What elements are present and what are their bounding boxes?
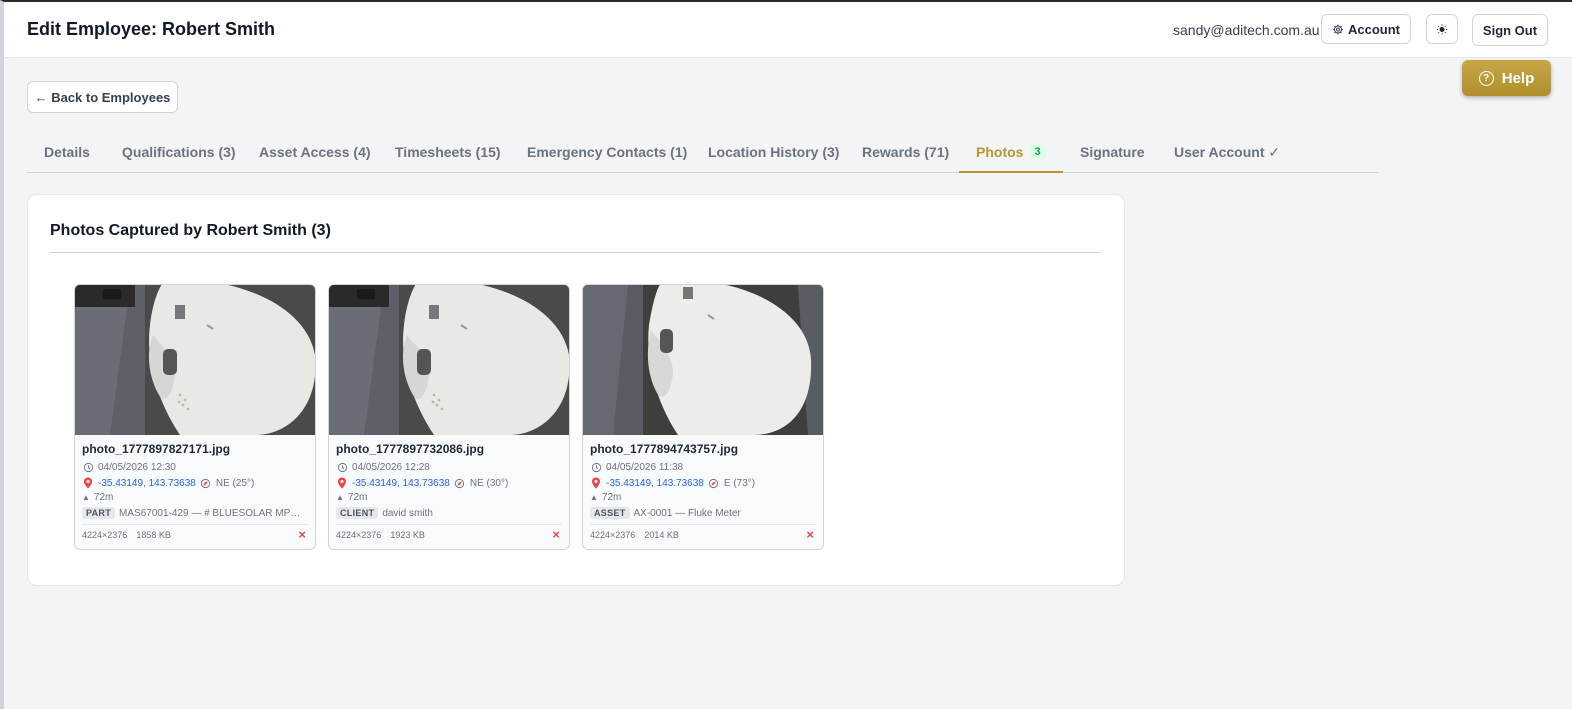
tab-user-account[interactable]: User Account ✓ [1157,132,1297,172]
divider [50,252,1101,253]
photo-dimensions: 4224×2376 [590,530,636,540]
photo-altitude: ▲ 72m [590,492,622,503]
divider [336,524,562,525]
photo-card: photo_1777897827171.jpg 04/05/2026 12:30… [74,284,316,550]
photo-dimensions: 4224×2376 [82,530,128,540]
photo-altitude: ▲ 72m [82,492,114,503]
photo-thumbnail[interactable] [329,285,570,435]
page-title: Edit Employee: Robert Smith [27,19,276,39]
photo-size: 1923 KB [390,530,425,540]
photo-footer: 4224×2376 1858 KB [82,530,171,540]
compass-icon [200,477,212,489]
photo-dimensions: 4224×2376 [336,530,382,540]
photo-filename: photo_1777897732086.jpg [336,442,485,456]
photo-coordinates-link[interactable]: -35.43149, 143.73638 [606,478,704,489]
compass-icon [454,477,466,489]
photo-tag-row: CLIENT david smith [336,507,433,519]
tag-value: MAS67001-429 — # BLUESOLAR MPPT 150/35 [119,507,303,519]
account-label: Account [1348,21,1400,37]
tag-badge: CLIENT [336,507,379,519]
divider [590,524,816,525]
tab-details[interactable]: Details [27,132,107,172]
account-button[interactable]: Account [1321,14,1411,44]
photo-thumbnail[interactable] [583,285,824,435]
tab-bar: Details Qualifications (3) Asset Access … [27,132,1379,173]
tab-timesheets[interactable]: Timesheets (15) [378,132,518,172]
sign-out-button[interactable]: Sign Out [1472,14,1548,46]
delete-photo-button[interactable]: × [552,528,560,541]
photo-footer: 4224×2376 1923 KB [336,530,425,540]
photo-altitude: ▲ 72m [336,492,368,503]
top-bar: Edit Employee: Robert Smith sandy@aditec… [4,2,1572,58]
photo-coordinates-link[interactable]: -35.43149, 143.73638 [352,478,450,489]
tab-signature[interactable]: Signature [1063,132,1162,172]
location-pin-icon [336,477,348,489]
photo-datetime: 04/05/2026 11:38 [590,461,683,473]
tag-badge: PART [82,507,116,519]
delete-photo-button[interactable]: × [298,528,306,541]
help-label: Help [1501,69,1535,87]
sun-icon [1436,23,1448,35]
tag-value: AX-0001 — Fluke Meter [633,507,741,519]
photo-datetime: 04/05/2026 12:30 [82,461,176,473]
section-title: Photos Captured by Robert Smith (3) [50,222,331,239]
clock-icon [336,461,348,473]
photo-filename: photo_1777894743757.jpg [590,442,739,456]
user-email: sandy@aditech.com.au [1173,22,1320,38]
help-circle-icon: ? [1478,70,1494,86]
photos-count-badge: 3 [1029,144,1046,159]
divider [82,524,308,525]
clock-icon [82,461,94,473]
theme-toggle-button[interactable] [1426,14,1458,44]
photo-location: -35.43149, 143.73638 E (73°) [590,477,755,489]
photo-datetime: 04/05/2026 12:28 [336,461,430,473]
compass-icon [708,477,720,489]
back-to-employees-button[interactable]: ← Back to Employees [27,81,178,113]
tab-rewards[interactable]: Rewards (71) [845,132,966,172]
photos-card: Photos Captured by Robert Smith (3) phot… [27,194,1125,586]
altitude-triangle-icon: ▲ [82,493,90,502]
photo-thumbnail[interactable] [75,285,316,435]
delete-photo-button[interactable]: × [806,528,814,541]
location-pin-icon [82,477,94,489]
tag-value: david smith [382,507,433,519]
photo-filename: photo_1777897827171.jpg [82,442,231,456]
photo-card: photo_1777897732086.jpg 04/05/2026 12:28… [328,284,570,550]
photo-footer: 4224×2376 2014 KB [590,530,679,540]
tab-location-history[interactable]: Location History (3) [691,132,856,172]
help-button[interactable]: ? Help [1462,60,1551,96]
altitude-triangle-icon: ▲ [590,493,598,502]
photo-tag-row: PART MAS67001-429 — # BLUESOLAR MPPT 150… [82,507,303,519]
photo-size: 1858 KB [136,530,171,540]
altitude-triangle-icon: ▲ [336,493,344,502]
tab-emergency-contacts[interactable]: Emergency Contacts (1) [510,132,704,172]
photo-size: 2014 KB [644,530,679,540]
photo-coordinates-link[interactable]: -35.43149, 143.73638 [98,478,196,489]
gear-icon [1332,23,1344,35]
tab-asset-access[interactable]: Asset Access (4) [242,132,388,172]
tag-badge: ASSET [590,507,630,519]
tab-qualifications[interactable]: Qualifications (3) [105,132,253,172]
photo-tag-row: ASSET AX-0001 — Fluke Meter [590,507,741,519]
photo-location: -35.43149, 143.73638 NE (25°) [82,477,254,489]
photo-location: -35.43149, 143.73638 NE (30°) [336,477,508,489]
photo-card: photo_1777894743757.jpg 04/05/2026 11:38… [582,284,824,550]
tab-photos[interactable]: Photos 3 [959,132,1063,173]
location-pin-icon [590,477,602,489]
clock-icon [590,461,602,473]
